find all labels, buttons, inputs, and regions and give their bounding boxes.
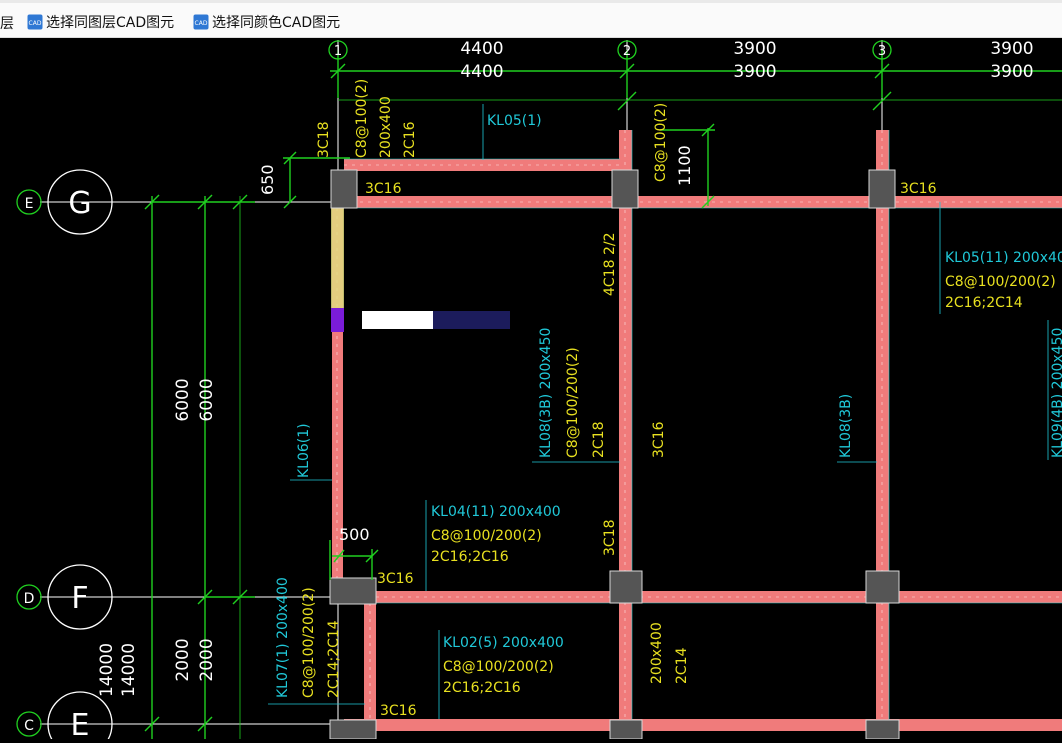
annotation: 650: [258, 164, 277, 195]
select-same-color-label: 选择同颜色CAD图元: [212, 15, 341, 31]
annotation: C8@100(2): [653, 103, 669, 182]
annotation: KL08(3B) 200x450: [538, 328, 554, 458]
annotation: KL06(1): [296, 423, 312, 478]
svg-text:CAD: CAD: [29, 20, 42, 27]
axis-big-label: G: [68, 186, 91, 221]
selected-beam-segment[interactable]: [331, 208, 344, 310]
svg-text:CAD: CAD: [195, 20, 208, 27]
span-label: 3900: [990, 39, 1033, 59]
select-same-layer-button[interactable]: CAD 选择同图层CAD图元: [27, 11, 174, 33]
annotation: KL08(3B): [838, 394, 854, 458]
annotation: KL09(4B) 200x450: [1050, 328, 1062, 458]
cad-drawing[interactable]: 1 2 3 4400 4400 3900 3900 3900 3900 E G …: [0, 37, 1062, 743]
beam-kl08-b[interactable]: [876, 130, 889, 739]
annotation: 2C14;2C14: [326, 620, 342, 698]
annotation: C8@100(2): [354, 79, 370, 158]
cad-layer-icon: CAD: [27, 14, 43, 30]
annotation: C8@100/200(2): [301, 587, 317, 698]
annotation: KL05(1): [487, 113, 542, 129]
annotation: C8@100/200(2): [431, 528, 542, 544]
annotation: 4C18 2/2: [602, 233, 618, 296]
annotation: 3C16: [365, 181, 402, 197]
column[interactable]: [865, 570, 900, 604]
axis-small-label: C: [24, 718, 34, 734]
column[interactable]: [609, 570, 643, 604]
span-label: 3900: [733, 62, 776, 82]
dim-label: 14000: [119, 643, 139, 697]
annotation: 2C16: [402, 121, 418, 158]
annotation: 1100: [675, 145, 694, 186]
annotation: 2C16;2C14: [945, 295, 1023, 311]
beam-kl02-5[interactable]: [344, 719, 1062, 731]
annotation: KL02(5) 200x400: [443, 635, 564, 651]
axis-bubble-2-label: 2: [623, 44, 631, 59]
left-dim-labels: 6000 6000 2000 2000 14000 14000: [97, 378, 217, 697]
annotation: 2C16;2C16: [431, 549, 509, 565]
column[interactable]: [329, 719, 377, 740]
toolbar: 层 CAD 选择同图层CAD图元 CAD 选择同颜色CAD图元: [0, 0, 1062, 38]
annotation: 2C16;2C16: [443, 680, 521, 696]
beam-annotations: 3C18 C8@100(2) 200x400 2C16 KL05(1) 650 …: [258, 79, 1062, 719]
annotation: C8@100/200(2): [565, 347, 581, 458]
column[interactable]: [609, 719, 643, 740]
beam-kl08-a[interactable]: [619, 130, 632, 739]
beam-kl07-1[interactable]: [364, 603, 376, 739]
annotation: KL07(1) 200x400: [275, 577, 291, 698]
dim-label: 2000: [197, 638, 217, 681]
column[interactable]: [611, 169, 639, 209]
annotation: 200x400: [378, 96, 394, 158]
span-label: 4400: [460, 39, 503, 59]
span-label: 3900: [733, 39, 776, 59]
annotation: C8@100/200(2): [945, 274, 1056, 290]
top-span-labels: 4400 4400 3900 3900 3900 3900: [460, 39, 1033, 82]
selected-beam-marker[interactable]: [331, 308, 344, 332]
annotation: 500: [339, 525, 370, 544]
beams[interactable]: [332, 130, 1062, 739]
span-label: 3900: [990, 62, 1033, 82]
annotation: C8@100/200(2): [443, 659, 554, 675]
annotation: 3C18: [316, 122, 332, 159]
annotation: KL04(11) 200x400: [431, 504, 561, 520]
column[interactable]: [865, 719, 900, 740]
dim-label: 14000: [97, 643, 117, 697]
toolbar-top-strip: [0, 0, 1062, 3]
column[interactable]: [329, 577, 377, 605]
annotation: 3C16: [900, 181, 937, 197]
axis-big-label: E: [71, 708, 90, 739]
annotation: 3C16: [377, 571, 414, 587]
dim-label: 6000: [197, 378, 217, 421]
span-label: 4400: [460, 62, 503, 82]
annotation: 3C16: [651, 421, 667, 458]
annotation: 2C18: [591, 422, 607, 459]
annotation: 3C16: [380, 703, 417, 719]
inline-input-suffix[interactable]: [433, 311, 510, 329]
select-same-layer-label: 选择同图层CAD图元: [46, 15, 175, 31]
annotation: 3C18: [602, 520, 618, 557]
axis-bubble-1-label: 1: [334, 44, 342, 59]
select-same-color-button[interactable]: CAD 选择同颜色CAD图元: [193, 11, 340, 33]
cad-color-icon: CAD: [193, 14, 209, 30]
column[interactable]: [330, 169, 358, 209]
column[interactable]: [868, 169, 896, 209]
axis-small-label: D: [24, 591, 35, 607]
axis-small-label: E: [25, 196, 34, 212]
inline-input-box[interactable]: [362, 311, 434, 329]
toolbar-truncated-label: 层: [0, 16, 14, 32]
dim-label: 6000: [173, 378, 193, 421]
axis-big-label: F: [71, 581, 88, 616]
annotation: 200x400: [649, 622, 665, 684]
dim-label: 2000: [173, 638, 193, 681]
cad-drawing-canvas[interactable]: 1 2 3 4400 4400 3900 3900 3900 3900 E G …: [0, 37, 1062, 743]
annotation: KL05(11) 200x40: [945, 250, 1062, 266]
top-axis-bubbles: 1 2 3: [328, 40, 892, 60]
annotation: 2C14: [674, 647, 690, 684]
axis-bubble-3-label: 3: [878, 44, 886, 59]
